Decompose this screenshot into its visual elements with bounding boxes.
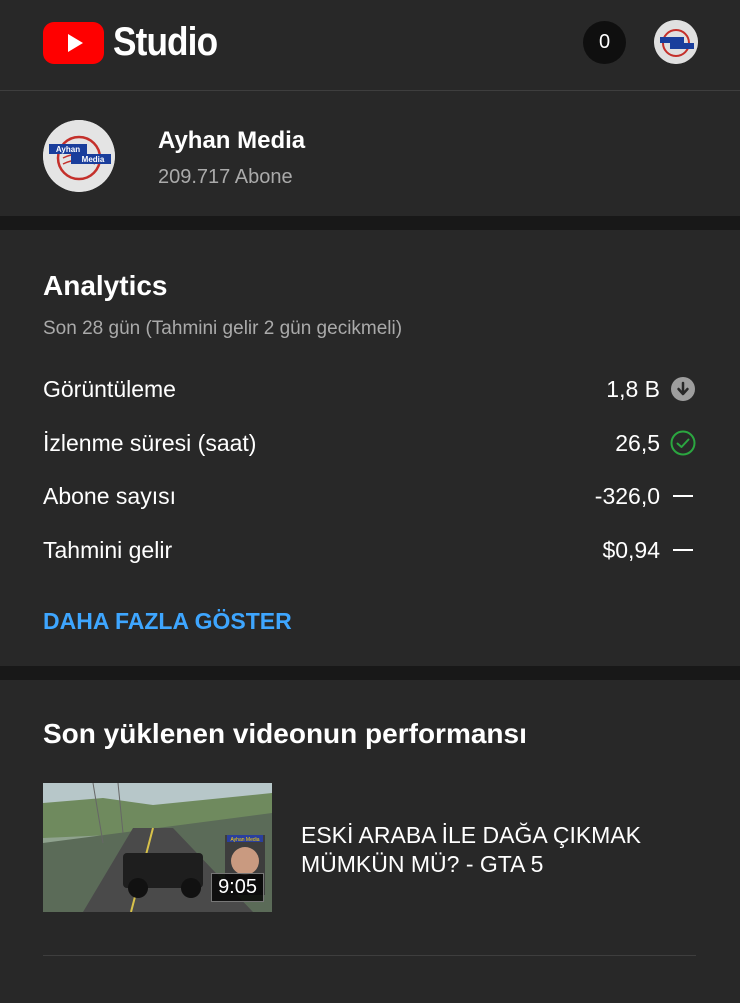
metric-value: $0,94 [602, 536, 660, 563]
recent-video-card: Son yüklenen videonun performansı Ayhan … [0, 680, 740, 1003]
channel-name[interactable]: Ayhan Media [158, 127, 305, 155]
metric-value: -326,0 [594, 482, 660, 509]
check-circle-icon [670, 430, 696, 456]
dash-icon [670, 537, 696, 563]
studio-logo[interactable]: Studio [43, 20, 231, 65]
account-avatar[interactable] [654, 20, 698, 64]
show-more-link[interactable]: DAHA FAZLA GÖSTER [43, 608, 292, 635]
channel-summary: Ayhan Media Ayhan Media 209.717 Abone [0, 91, 740, 216]
video-duration: 9:05 [211, 873, 264, 902]
metric-label: Görüntüleme [43, 375, 176, 402]
down-circle-icon [670, 376, 696, 402]
video-title[interactable]: ESKİ ARABA İLE DAĞA ÇIKMAK MÜMKÜN MÜ? - … [301, 821, 701, 879]
section-divider [0, 666, 740, 680]
metric-label: Tahmini gelir [43, 536, 173, 563]
analytics-card: Analytics Son 28 gün (Tahmini gelir 2 gü… [0, 230, 740, 666]
dash-icon [670, 483, 696, 509]
channel-logo-icon: Ayhan Media [43, 120, 115, 192]
metric-label: İzlenme süresi (saat) [43, 429, 257, 456]
thumbnail-overlay-text: Ayhan Media [230, 837, 259, 843]
youtube-play-icon [43, 21, 104, 64]
list-divider [43, 955, 696, 956]
video-thumbnail[interactable]: Ayhan Media 9:05 [43, 783, 272, 912]
top-bar: Studio 0 [0, 0, 740, 91]
studio-label: Studio [113, 20, 218, 64]
recent-video-heading: Son yüklenen videonun performansı [43, 718, 527, 749]
metric-row-subscribers[interactable]: Abone sayısı -326,0 [43, 476, 696, 516]
subscriber-count: 209.717 Abone [158, 166, 293, 188]
notification-count: 0 [598, 31, 611, 53]
analytics-period: Son 28 gün (Tahmini gelir 2 gün gecikmel… [43, 318, 403, 339]
metric-value: 26,5 [615, 429, 660, 456]
analytics-title: Analytics [43, 270, 168, 301]
metric-value: 1,8 B [606, 375, 660, 402]
avatar-text-bottom: Media [82, 155, 105, 164]
metric-row-views[interactable]: Görüntüleme 1,8 B [43, 369, 696, 409]
metric-label: Abone sayısı [43, 482, 176, 509]
channel-logo-icon [654, 20, 698, 64]
section-divider [0, 216, 740, 230]
notifications-button[interactable]: 0 [583, 21, 626, 64]
metric-row-revenue[interactable]: Tahmini gelir $0,94 [43, 530, 696, 570]
metric-row-watch-time[interactable]: İzlenme süresi (saat) 26,5 [43, 423, 696, 463]
avatar-text-top: Ayhan [56, 145, 80, 154]
channel-avatar[interactable]: Ayhan Media [43, 120, 115, 192]
